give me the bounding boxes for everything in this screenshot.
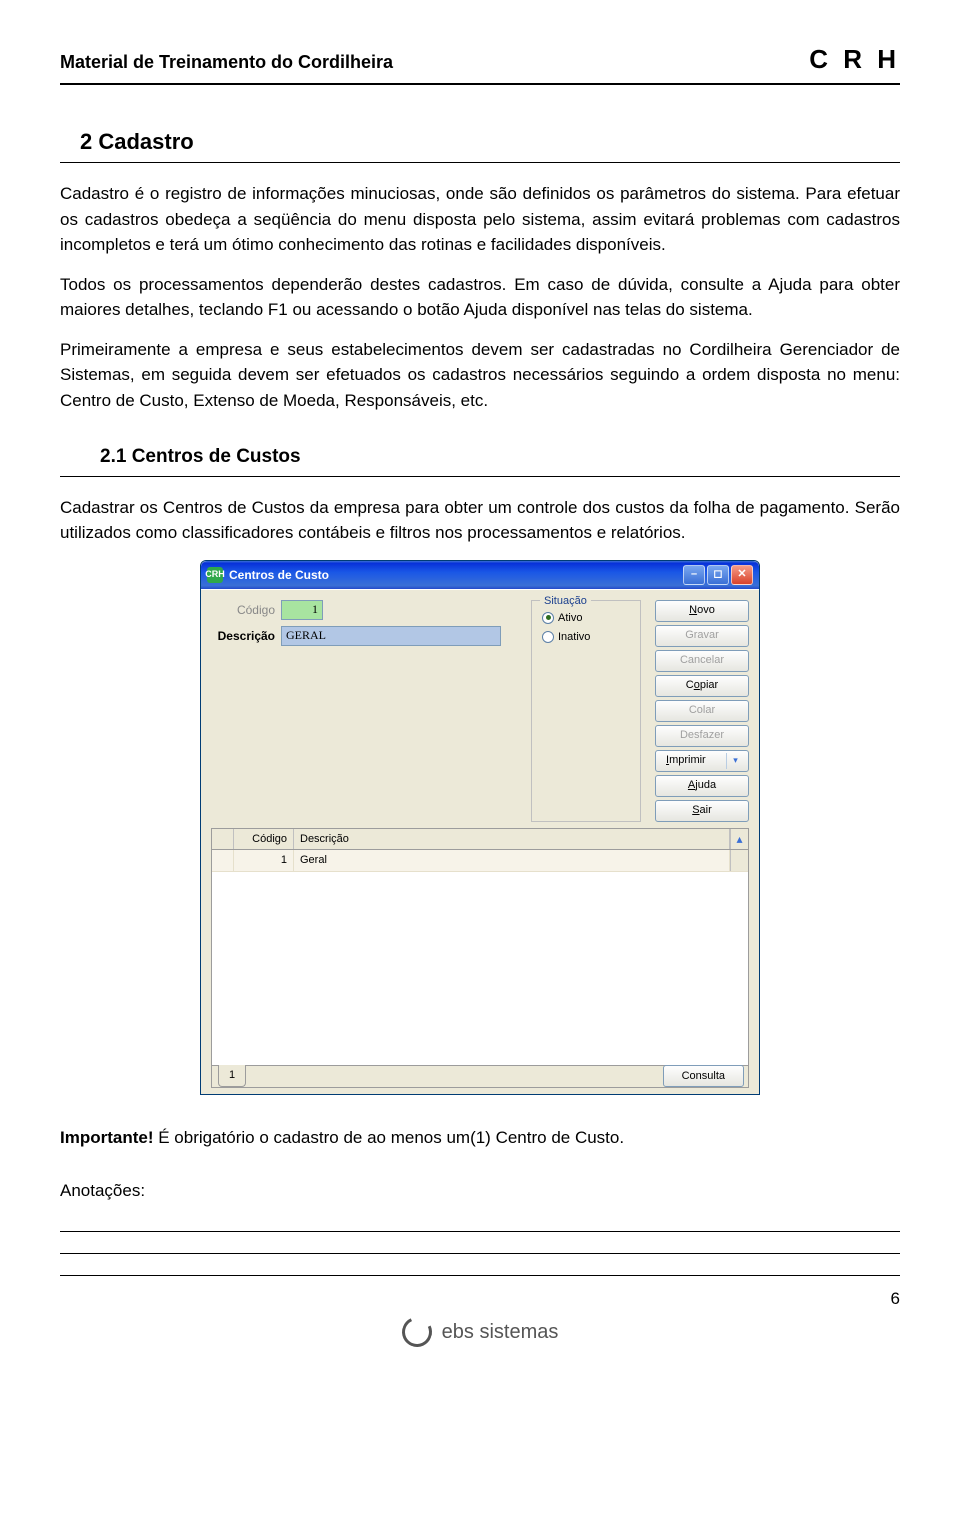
grid-empty-area — [212, 872, 748, 1065]
subsection-title: 2.1 Centros de Custos — [100, 443, 900, 472]
scroll-up-icon[interactable]: ▴ — [730, 829, 748, 850]
situacao-group: Situação Ativo Inativo — [531, 600, 641, 822]
gravar-button[interactable]: Gravar — [655, 625, 749, 647]
titlebar-left: CRH Centros de Custo — [207, 566, 329, 584]
grid-header-descricao[interactable]: Descrição — [294, 829, 730, 850]
radio-inativo-icon — [542, 631, 554, 643]
paragraph-1: Cadastro é o registro de informações min… — [60, 181, 900, 258]
subsection-rule — [60, 476, 900, 477]
radio-inativo-label: Inativo — [558, 629, 590, 646]
scrollbar-track[interactable] — [730, 850, 748, 871]
desfazer-button[interactable]: Desfazer — [655, 725, 749, 747]
footer-brand-text: ebs sistemas — [442, 1317, 559, 1347]
important-label: Importante! — [60, 1128, 154, 1147]
table-row[interactable]: 1 Geral — [212, 850, 748, 872]
label-codigo: Código — [211, 601, 275, 619]
form-fields: Código Descrição — [211, 600, 517, 822]
section-rule — [60, 162, 900, 163]
colar-button[interactable]: Colar — [655, 700, 749, 722]
paragraph-2: Todos os processamentos dependerão deste… — [60, 272, 900, 323]
copiar-button[interactable]: Copiar — [655, 675, 749, 697]
ajuda-button[interactable]: Ajuda — [655, 775, 749, 797]
grid-footer: 1 Consulta — [212, 1065, 748, 1087]
descricao-input[interactable] — [281, 626, 501, 646]
window-body: Código Descrição Situação Ativo — [201, 589, 759, 1094]
app-icon: CRH — [207, 567, 223, 583]
header-right: C R H — [809, 40, 900, 79]
cancelar-button[interactable]: Cancelar — [655, 650, 749, 672]
footer-brand: ebs sistemas — [60, 1317, 900, 1347]
button-column: Novo Gravar Cancelar Copiar Colar Desfaz… — [655, 600, 749, 822]
annotations-label: Anotações: — [60, 1181, 145, 1200]
grid-tab[interactable]: 1 — [218, 1065, 246, 1087]
codigo-input[interactable] — [281, 600, 323, 620]
annotations-block: Anotações: — [60, 1178, 900, 1276]
chevron-down-icon[interactable]: ▾ — [726, 753, 744, 769]
grid-header: Código Descrição ▴ — [212, 829, 748, 851]
dialog-wrapper: CRH Centros de Custo – ◻ ✕ Código Descri… — [60, 560, 900, 1095]
spiral-icon — [397, 1313, 435, 1351]
sair-button[interactable]: Sair — [655, 800, 749, 822]
paragraph-3: Primeiramente a empresa e seus estabelec… — [60, 337, 900, 414]
grid-header-codigo[interactable]: Código — [234, 829, 294, 850]
row-codigo: 1 — [234, 850, 294, 871]
consulta-button[interactable]: Consulta — [663, 1065, 744, 1088]
radio-ativo-label: Ativo — [558, 610, 582, 627]
radio-ativo[interactable]: Ativo — [542, 610, 630, 627]
page-number: 6 — [60, 1286, 900, 1312]
page-header: Material de Treinamento do Cordilheira C… — [60, 40, 900, 85]
window-control-buttons: – ◻ ✕ — [683, 565, 753, 585]
situacao-legend: Situação — [540, 593, 591, 610]
important-note: Importante! É obrigatório o cadastro de … — [60, 1125, 900, 1151]
important-text: É obrigatório o cadastro de ao menos um(… — [154, 1128, 625, 1147]
close-button[interactable]: ✕ — [731, 565, 753, 585]
window-title: Centros de Custo — [229, 566, 329, 584]
window-titlebar[interactable]: CRH Centros de Custo – ◻ ✕ — [201, 561, 759, 589]
row-descricao: Geral — [294, 850, 730, 871]
label-descricao: Descrição — [211, 627, 275, 645]
form-top-row: Código Descrição Situação Ativo — [211, 600, 749, 822]
subsection-paragraph: Cadastrar os Centros de Custos da empres… — [60, 495, 900, 546]
data-grid[interactable]: Código Descrição ▴ 1 Geral 1 Consulta — [211, 828, 749, 1088]
centros-de-custo-window: CRH Centros de Custo – ◻ ✕ Código Descri… — [200, 560, 760, 1095]
novo-button[interactable]: Novo — [655, 600, 749, 622]
radio-ativo-icon — [542, 612, 554, 624]
maximize-button[interactable]: ◻ — [707, 565, 729, 585]
radio-inativo[interactable]: Inativo — [542, 629, 630, 646]
minimize-button[interactable]: – — [683, 565, 705, 585]
row-selector — [212, 850, 234, 871]
grid-selector-header — [212, 829, 234, 850]
imprimir-button[interactable]: Imprimir ▾ — [655, 750, 749, 772]
section-title: 2 Cadastro — [80, 125, 900, 158]
annotation-lines — [60, 1210, 900, 1276]
header-left: Material de Treinamento do Cordilheira — [60, 49, 393, 76]
